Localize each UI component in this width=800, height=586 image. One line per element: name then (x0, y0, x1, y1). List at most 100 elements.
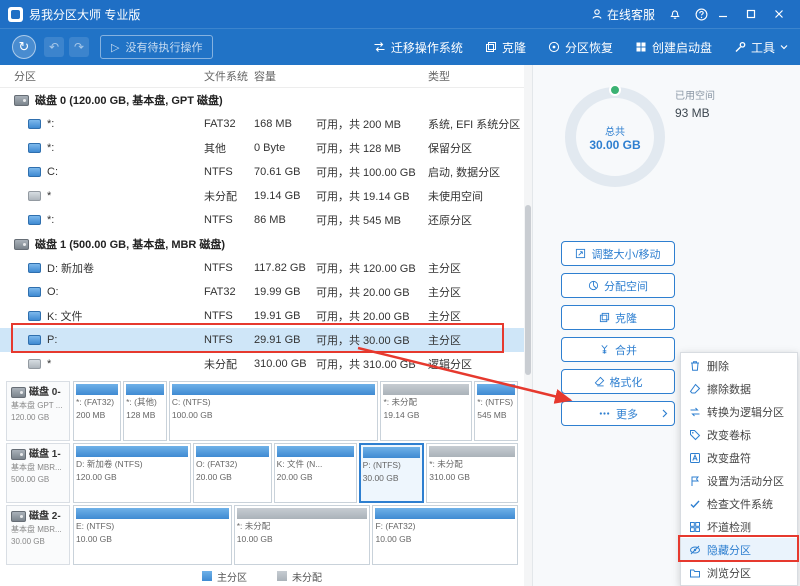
map-segment[interactable]: *: 未分配10.00 GB (234, 505, 371, 565)
map-segment[interactable]: E: (NTFS)10.00 GB (73, 505, 232, 565)
cell-total: 可用，共 100.00 GB (316, 164, 428, 180)
menu-item-convert-logical[interactable]: 转换为逻辑分区 (681, 400, 797, 423)
map-segment[interactable]: F: (FAT32)10.00 GB (372, 505, 518, 565)
cell-free: 19.91 GB (254, 310, 316, 322)
partition-name: *: (47, 118, 54, 130)
refresh-button[interactable]: ↻ (12, 35, 36, 59)
menu-item-delete[interactable]: 删除 (681, 354, 797, 377)
map-segment[interactable]: D: 新加卷 (NTFS)120.00 GB (73, 443, 191, 503)
disk-map-meta: 基本盘 MBR... (11, 524, 65, 536)
maximize-button[interactable] (738, 0, 764, 28)
cell-fs: FAT32 (204, 286, 254, 298)
help-button[interactable] (695, 8, 708, 21)
table-row-selected-p[interactable]: P: NTFS 29.91 GB 可用，共 30.00 GB 主分区 (0, 328, 524, 352)
disk-name: 磁盘 0 (120.00 GB, 基本盘, GPT 磁盘) (35, 92, 223, 108)
flag-icon (689, 475, 701, 487)
menu-item-change-letter[interactable]: 改变盘符 (681, 446, 797, 469)
menu-item-wipe-data[interactable]: 擦除数据 (681, 377, 797, 400)
migrate-os-button[interactable]: 迁移操作系统 (373, 39, 463, 56)
menu-item-hide-partition[interactable]: 隐藏分区 (681, 538, 797, 561)
menu-item-bad-sector-test[interactable]: 坏道检测 (681, 515, 797, 538)
app-window: 易我分区大师 专业版 在线客服 ↻ ↶ ↷ ▷ 没有待执行操作 (0, 0, 800, 586)
migrate-os-label: 迁移操作系统 (391, 39, 463, 56)
resize-move-label: 调整大小/移动 (591, 246, 660, 262)
format-button[interactable]: 格式化 (561, 369, 675, 394)
merge-button[interactable]: 合并 (561, 337, 675, 362)
tools-menu-button[interactable]: 工具 (734, 39, 788, 56)
resize-icon (575, 248, 586, 259)
vertical-scrollbar[interactable] (524, 65, 532, 586)
more-button[interactable]: 更多 (561, 401, 675, 426)
menu-item-check-filesystem[interactable]: 检查文件系统 (681, 492, 797, 515)
partition-name: *: (47, 214, 54, 226)
cell-fs: NTFS (204, 214, 254, 226)
table-row[interactable]: *: FAT32 168 MB 可用，共 200 MB 系统, EFI 系统分区 (0, 112, 524, 136)
minimize-button[interactable] (710, 0, 736, 28)
close-button[interactable] (766, 0, 792, 28)
menu-item-change-label[interactable]: 改变卷标 (681, 423, 797, 446)
scrollbar-thumb[interactable] (525, 205, 531, 375)
table-row[interactable]: *: 其他 0 Byte 可用，共 128 MB 保留分区 (0, 136, 524, 160)
cell-fs: 其他 (204, 140, 254, 156)
clone-icon (485, 41, 497, 53)
folder-icon (689, 567, 701, 579)
clone-button[interactable]: 克隆 (485, 39, 526, 56)
table-row[interactable]: O: FAT32 19.99 GB 可用，共 20.00 GB 主分区 (0, 280, 524, 304)
segment-strip (429, 446, 515, 457)
table-row[interactable]: K: 文件 NTFS 19.91 GB 可用，共 20.00 GB 主分区 (0, 304, 524, 328)
table-row-disk1[interactable]: 磁盘 1 (500.00 GB, 基本盘, MBR 磁盘) (0, 232, 524, 256)
allocate-space-button[interactable]: 分配空间 (561, 273, 675, 298)
cell-total: 可用，共 20.00 GB (316, 308, 428, 324)
table-row[interactable]: *: NTFS 86 MB 可用，共 545 MB 还原分区 (0, 208, 524, 232)
table-row[interactable]: D: 新加卷 NTFS 117.82 GB 可用，共 120.00 GB 主分区 (0, 256, 524, 280)
map-segment[interactable]: K: 文件 (N...20.00 GB (274, 443, 357, 503)
unallocated-swatch (277, 571, 287, 581)
cell-type: 启动, 数据分区 (428, 164, 524, 180)
cell-type: 主分区 (428, 308, 524, 324)
menu-item-set-active[interactable]: 设置为活动分区 (681, 469, 797, 492)
partition-name: O: (47, 286, 59, 298)
map-segment[interactable]: *: (FAT32)200 MB (73, 381, 121, 441)
create-boot-disk-button[interactable]: 创建启动盘 (635, 39, 712, 56)
cell-free: 86 MB (254, 214, 316, 226)
map-segment[interactable]: O: (FAT32)20.00 GB (193, 443, 272, 503)
online-service-button[interactable]: 在线客服 (591, 6, 655, 23)
disk-recovery-icon (548, 41, 560, 53)
map-segment-selected-p[interactable]: P: (NTFS)30.00 GB (359, 443, 425, 503)
total-value: 30.00 GB (589, 138, 640, 152)
map-segment[interactable]: *: (NTFS)545 MB (474, 381, 518, 441)
disk-map-name: 磁盘 1- (29, 447, 61, 462)
table-row[interactable]: * 未分配 310.00 GB 可用，共 310.00 GB 逻辑分区 (0, 352, 524, 376)
map-segment[interactable]: C: (NTFS)100.00 GB (169, 381, 379, 441)
cell-total: 可用，共 128 MB (316, 140, 428, 156)
disk-map-bar: D: 新加卷 (NTFS)120.00 GB O: (FAT32)20.00 G… (73, 443, 518, 503)
table-row-disk0[interactable]: 磁盘 0 (120.00 GB, 基本盘, GPT 磁盘) (0, 88, 524, 112)
menu-item-explore-partition[interactable]: 浏览分区 (681, 561, 797, 584)
more-context-menu: 删除 擦除数据 转换为逻辑分区 改变卷标 改变盘符 设置为活动分区 检查文件系统 (680, 352, 798, 586)
table-row[interactable]: C: NTFS 70.61 GB 可用，共 100.00 GB 启动, 数据分区 (0, 160, 524, 184)
clone-partition-button[interactable]: 克隆 (561, 305, 675, 330)
disk-map-meta: 基本盘 MBR... (11, 462, 65, 474)
cell-free: 29.91 GB (254, 334, 316, 346)
used-label: 已用空间 (675, 89, 715, 104)
segment-strip (277, 446, 354, 457)
undo-button[interactable]: ↶ (44, 37, 64, 57)
toolbar-actions: 迁移操作系统 克隆 分区恢复 创建启动盘 工具 (373, 39, 788, 56)
cell-total: 可用，共 30.00 GB (316, 332, 428, 348)
toolbar: ↻ ↶ ↷ ▷ 没有待执行操作 迁移操作系统 克隆 分区恢复 创建启动盘 (0, 28, 800, 65)
map-segment[interactable]: *: 未分配19.14 GB (380, 381, 472, 441)
resize-move-button[interactable]: 调整大小/移动 (561, 241, 675, 266)
notifications-button[interactable] (669, 8, 681, 20)
redo-button[interactable]: ↷ (69, 37, 89, 57)
map-segment[interactable]: *: (其他)128 MB (123, 381, 167, 441)
map-segment[interactable]: *: 未分配310.00 GB (426, 443, 518, 503)
partition-recovery-button[interactable]: 分区恢复 (548, 39, 613, 56)
cell-fs: NTFS (204, 334, 254, 346)
boot-disk-icon (635, 41, 647, 53)
clone-icon (599, 312, 610, 323)
pending-operations-label: 没有待执行操作 (125, 39, 202, 55)
help-icon (695, 8, 708, 21)
partition-name: P: (47, 334, 57, 346)
table-row[interactable]: * 未分配 19.14 GB 可用，共 19.14 GB 未使用空间 (0, 184, 524, 208)
pending-operations-button[interactable]: ▷ 没有待执行操作 (100, 35, 213, 59)
